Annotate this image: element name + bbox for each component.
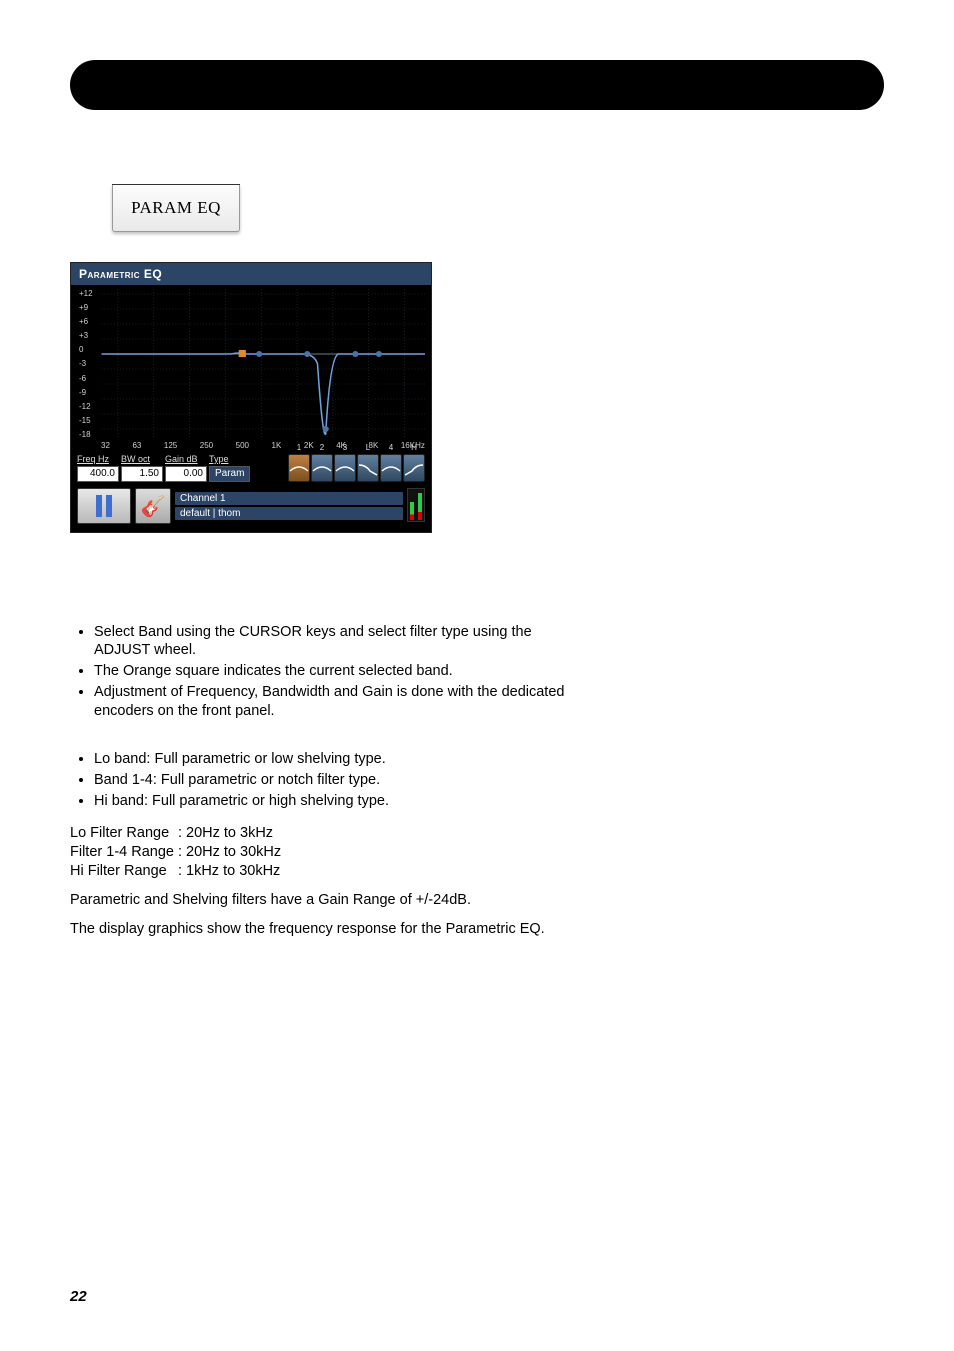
ytick: -15 (79, 416, 93, 425)
xtick: 63 (132, 441, 141, 450)
param-gain-label: Gain dB (165, 454, 198, 464)
ui-title: Parametric EQ (71, 263, 431, 285)
param-freq-value[interactable]: 400.0 (77, 466, 119, 482)
band-label: 2 (312, 443, 332, 452)
display-graphics-note: The display graphics show the frequency … (70, 920, 590, 938)
eq-params-row: Freq Hz 400.0 BW oct 1.50 Gain dB 0.00 T… (71, 450, 431, 488)
ytick: -12 (79, 402, 93, 411)
band-label: 3 (335, 443, 355, 452)
block-button-label: PARAM EQ (112, 185, 240, 232)
channel-row: 🎸 Channel 1 default | thom (71, 488, 431, 532)
xtick: 250 (200, 441, 213, 450)
block-button-param-eq: PARAM EQ (112, 184, 240, 232)
xtick: 32 (101, 441, 110, 450)
channel-thumbnail[interactable]: 🎸 (135, 488, 171, 524)
list-item: Adjustment of Frequency, Bandwidth and G… (94, 683, 590, 719)
xtick: 125 (164, 441, 177, 450)
list-item: Hi band: Full parametric or high shelvin… (94, 792, 590, 810)
table-row: Lo Filter Range : 20Hz to 3kHz (70, 824, 285, 843)
param-freq: Freq Hz 400.0 (77, 454, 119, 482)
nav-bar-icon (106, 495, 112, 517)
body-copy: Select Band using the CURSOR keys and se… (70, 603, 590, 938)
ytick: -18 (79, 430, 93, 439)
ytick: +12 (79, 289, 93, 298)
param-type: Type Param (209, 454, 250, 482)
eq-graph-ylabels: +12 +9 +6 +3 0 -3 -6 -9 -12 -15 -18 (79, 289, 93, 439)
band-selector: 1 2 3 L 4 (288, 454, 425, 482)
page-header-bar (70, 60, 884, 110)
channel-name: Channel 1 (175, 492, 403, 505)
param-type-value[interactable]: Param (209, 466, 250, 482)
band-label: 1 (289, 443, 309, 452)
band-button-hi[interactable]: H (403, 454, 425, 482)
eq-graph: +12 +9 +6 +3 0 -3 -6 -9 -12 -15 -18 (77, 289, 425, 439)
subheading-range (70, 730, 590, 746)
xtick: 1K (272, 441, 282, 450)
param-bw: BW oct 1.50 (121, 454, 163, 482)
band-button-2[interactable]: 2 (311, 454, 333, 482)
band-label: 4 (381, 443, 401, 452)
parametric-eq-screenshot: Parametric EQ +12 +9 +6 +3 0 -3 -6 -9 -1… (70, 262, 432, 533)
preset-name: default | thom (175, 507, 403, 520)
param-bw-label: BW oct (121, 454, 150, 464)
filter-range-value: : 20Hz to 30kHz (178, 843, 285, 862)
band-button-1[interactable]: 1 (288, 454, 310, 482)
ytick: +6 (79, 317, 93, 326)
list-item: Band 1-4: Full parametric or notch filte… (94, 771, 590, 789)
filter-range-label: Filter 1-4 Range (70, 843, 178, 862)
ytick: +3 (79, 331, 93, 340)
param-gain-value[interactable]: 0.00 (165, 466, 207, 482)
output-meter (407, 488, 425, 522)
ytick: -9 (79, 388, 93, 397)
ytick: -3 (79, 359, 93, 368)
param-type-label: Type (209, 454, 229, 464)
filter-range-table: Lo Filter Range : 20Hz to 3kHz Filter 1-… (70, 824, 285, 881)
basic-operation-list: Select Band using the CURSOR keys and se… (70, 623, 590, 720)
param-freq-label: Freq Hz (77, 454, 109, 464)
eq-curve-svg (77, 289, 425, 439)
subheading-basic-operation (70, 603, 590, 619)
band-label: H (404, 443, 424, 452)
list-item: Select Band using the CURSOR keys and se… (94, 623, 590, 659)
nav-bar-icon (96, 495, 102, 517)
filter-range-value: : 1kHz to 30kHz (178, 862, 285, 881)
ytick: +9 (79, 303, 93, 312)
table-row: Filter 1-4 Range : 20Hz to 30kHz (70, 843, 285, 862)
section-heading-placeholder (70, 142, 884, 162)
page-number: 22 (70, 1288, 87, 1305)
xtick: 500 (236, 441, 249, 450)
filter-range-label: Hi Filter Range (70, 862, 178, 881)
param-gain: Gain dB 0.00 (165, 454, 207, 482)
param-bw-value[interactable]: 1.50 (121, 466, 163, 482)
ytick: -6 (79, 374, 93, 383)
table-row: Hi Filter Range : 1kHz to 30kHz (70, 862, 285, 881)
gain-range-note: Parametric and Shelving filters have a G… (70, 891, 590, 909)
channel-info: Channel 1 default | thom (175, 488, 403, 524)
channel-nav-button[interactable] (77, 488, 131, 524)
filter-range-value: : 20Hz to 3kHz (178, 824, 285, 843)
guitar-icon: 🎸 (141, 494, 166, 519)
band-button-3[interactable]: 3 (334, 454, 356, 482)
band-types-list: Lo band: Full parametric or low shelving… (70, 750, 590, 810)
band-label: L (358, 443, 378, 452)
list-item: Lo band: Full parametric or low shelving… (94, 750, 590, 768)
list-item: The Orange square indicates the current … (94, 662, 590, 680)
ytick: 0 (79, 345, 93, 354)
band-button-4[interactable]: 4 (380, 454, 402, 482)
band-button-lo[interactable]: L (357, 454, 379, 482)
filter-range-label: Lo Filter Range (70, 824, 178, 843)
